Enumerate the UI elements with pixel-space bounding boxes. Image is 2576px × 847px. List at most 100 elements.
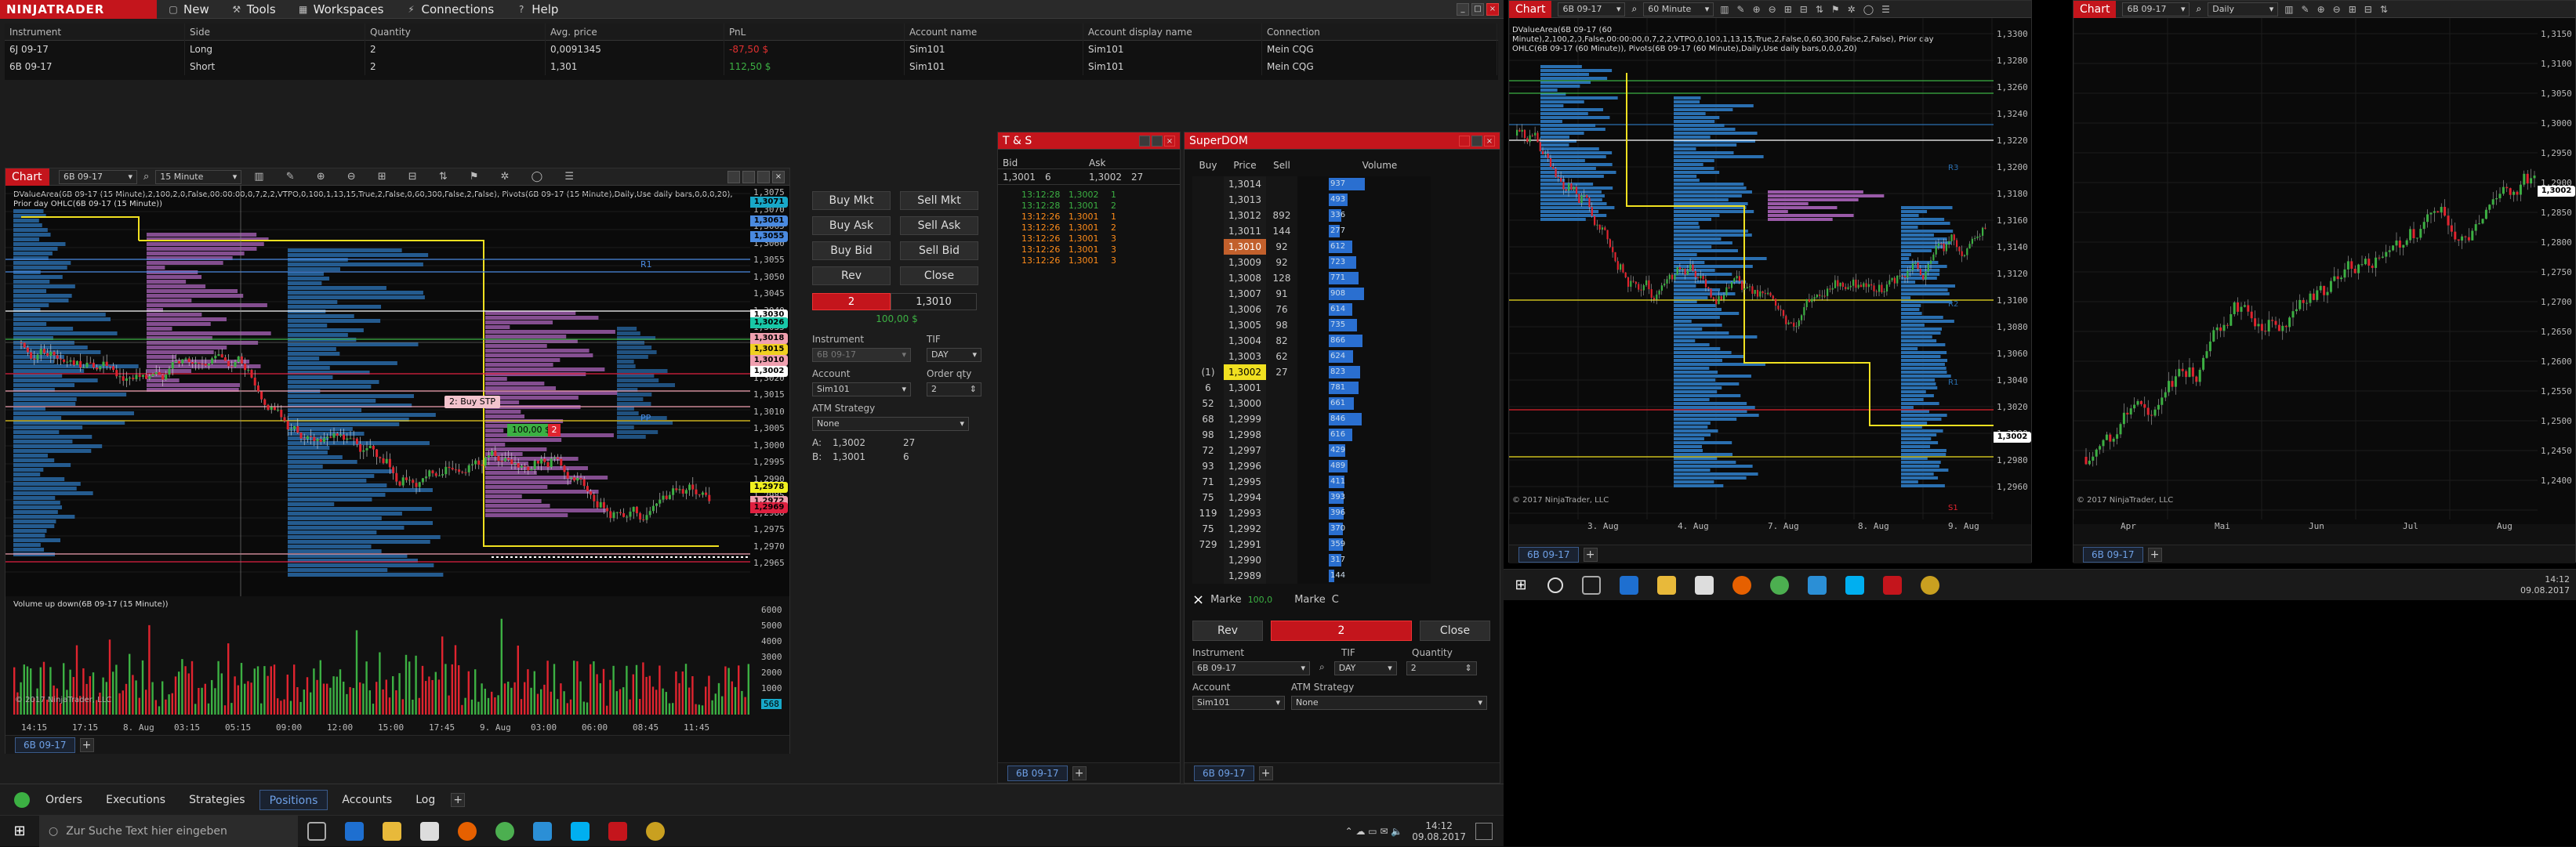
dom-row[interactable]: 1,3005 98 735 bbox=[1192, 317, 1500, 333]
dom-sell-cell[interactable] bbox=[1266, 552, 1297, 568]
dom-close-icon[interactable]: × bbox=[1192, 592, 1204, 608]
cc-tab-positions[interactable]: Positions bbox=[259, 789, 328, 810]
edge-icon-2[interactable] bbox=[1620, 575, 1638, 595]
dom-buy-cell[interactable] bbox=[1192, 302, 1224, 317]
dom-sell-cell[interactable]: 92 bbox=[1266, 255, 1297, 270]
ts-tab[interactable]: 6B 09-17 bbox=[1007, 765, 1068, 781]
dom-quantity-stepper[interactable]: 2 ⇕ bbox=[1406, 661, 1477, 675]
dom-row[interactable]: 98 1,2998 616 bbox=[1192, 427, 1500, 443]
chart-restore-button[interactable] bbox=[742, 170, 755, 183]
chart3-toolbar-icons[interactable]: ▥✎⊕⊖⊞⊟⇅ bbox=[2284, 4, 2396, 15]
store-icon[interactable] bbox=[420, 821, 439, 841]
dom-buy-cell[interactable] bbox=[1192, 317, 1224, 333]
chart-area[interactable]: DValueArea(6B 09-17 (15 Minute),2,100,2,… bbox=[5, 186, 789, 596]
instrument-selector[interactable]: 6B 09-17 ▾ bbox=[59, 169, 137, 184]
chart-close-button[interactable]: × bbox=[772, 170, 785, 183]
menu-connections[interactable]: ⚡ Connections bbox=[394, 0, 505, 19]
maximize-button[interactable]: □ bbox=[1471, 2, 1484, 16]
chart-maximize-button[interactable] bbox=[757, 170, 770, 183]
dom-row[interactable]: 1,3012 892 336 bbox=[1192, 208, 1500, 223]
dom-sell-cell[interactable] bbox=[1266, 474, 1297, 490]
dom-row[interactable]: 72 1,2997 429 bbox=[1192, 443, 1500, 458]
last-price-marker[interactable]: 1,3002 bbox=[2538, 186, 2575, 197]
dom-row[interactable]: 1,3014 937 bbox=[1192, 176, 1500, 192]
ct-rev-button[interactable]: Rev bbox=[812, 266, 891, 285]
cc-tab-log[interactable]: Log bbox=[406, 790, 444, 810]
dom-sell-cell[interactable] bbox=[1266, 380, 1297, 396]
ct-sell-ask-button[interactable]: Sell Ask bbox=[900, 216, 978, 235]
chart2-area[interactable]: DValueArea(6B 09-17 (60 Minute),2,100,2,… bbox=[1509, 18, 2031, 531]
dom-row[interactable]: 1,3010 92 612 bbox=[1192, 239, 1500, 255]
ninjatrader-taskbar-icon-2[interactable] bbox=[1883, 575, 1902, 595]
dom-row[interactable]: 1,3011 144 277 bbox=[1192, 223, 1500, 239]
dom-sell-cell[interactable]: 892 bbox=[1266, 208, 1297, 223]
price-marker[interactable]: 1,3018 bbox=[750, 333, 788, 344]
dom-row[interactable]: 93 1,2996 489 bbox=[1192, 458, 1500, 474]
tray-icons[interactable]: ⌃ ☁ ▭ ✉ 🔈 bbox=[1345, 826, 1403, 837]
add-tab-button[interactable]: + bbox=[79, 737, 94, 752]
dom-row[interactable]: 1,2989 144 bbox=[1192, 568, 1500, 584]
dom-sell-cell[interactable] bbox=[1266, 537, 1297, 552]
price-axis[interactable]: 1,30751,30701,30651,30601,30551,30501,30… bbox=[750, 186, 789, 596]
dom-buy-cell[interactable] bbox=[1192, 568, 1224, 584]
position-qty-flag[interactable]: 2 bbox=[548, 424, 561, 436]
dom-row[interactable]: 1,3008 128 771 bbox=[1192, 270, 1500, 286]
dom-row[interactable]: 1,3007 91 908 bbox=[1192, 286, 1500, 302]
time-axis[interactable]: 14:15 17:15 8. Aug 03:15 05:15 09:00 12:00 15:0… bbox=[5, 721, 789, 737]
dom-buy-cell[interactable] bbox=[1192, 176, 1224, 192]
dom-atm-select[interactable]: None ▾ bbox=[1291, 696, 1487, 710]
search-icon[interactable]: ⌕ bbox=[143, 171, 149, 183]
dom-buy-cell[interactable] bbox=[1192, 286, 1224, 302]
grid-header-cell[interactable]: Side bbox=[185, 23, 365, 41]
dom-sell-cell[interactable]: 98 bbox=[1266, 317, 1297, 333]
menu-tools[interactable]: ⚒ Tools bbox=[220, 0, 287, 19]
ct-atm-select[interactable]: None ▾ bbox=[812, 417, 969, 431]
chart-toolbar-icons[interactable]: ▥ ✎ ⊕ ⊖ ⊞ ⊟ ⇅ ⚑ ✲ ◯ ☰ bbox=[248, 171, 583, 183]
dom-min-button[interactable] bbox=[1459, 135, 1470, 147]
dom-sell-cell[interactable]: 144 bbox=[1266, 223, 1297, 239]
dom-close-button[interactable]: × bbox=[1484, 135, 1495, 147]
dom-max-button[interactable] bbox=[1471, 135, 1482, 147]
dom-buy-cell[interactable]: 71 bbox=[1192, 474, 1224, 490]
cc-add-tab-button[interactable]: + bbox=[451, 792, 466, 807]
ct-account-select[interactable]: Sim101 ▾ bbox=[812, 382, 911, 396]
minimize-button[interactable]: _ bbox=[1457, 2, 1469, 16]
chart2-tab[interactable]: 6B 09-17 bbox=[1518, 546, 1579, 563]
price-marker[interactable]: 1,3055 bbox=[750, 231, 788, 242]
price-marker[interactable]: 1,3071 bbox=[750, 197, 788, 208]
ninjatrader-taskbar-icon[interactable] bbox=[608, 821, 627, 841]
skype-icon-2[interactable] bbox=[1845, 575, 1864, 595]
dom-rev-button[interactable]: Rev bbox=[1192, 621, 1263, 641]
dom-sell-cell[interactable] bbox=[1266, 490, 1297, 505]
price-marker[interactable]: 1,3002 bbox=[750, 366, 788, 377]
dom-instrument-select[interactable]: 6B 09-17 ▾ bbox=[1192, 661, 1310, 675]
dom-row[interactable]: (1) 1,3002 27 823 bbox=[1192, 364, 1500, 380]
cortana-icon[interactable] bbox=[1547, 577, 1563, 593]
dom-row[interactable]: 75 1,2992 370 bbox=[1192, 521, 1500, 537]
dom-sell-cell[interactable] bbox=[1266, 192, 1297, 208]
dom-row[interactable]: 1,3006 76 614 bbox=[1192, 302, 1500, 317]
dom-sell-cell[interactable]: 82 bbox=[1266, 333, 1297, 349]
task-view-icon-2[interactable] bbox=[1582, 575, 1601, 595]
dom-buy-cell[interactable] bbox=[1192, 349, 1224, 364]
dom-row[interactable]: 1,3004 82 866 bbox=[1192, 333, 1500, 349]
cc-tab-orders[interactable]: Orders bbox=[36, 790, 92, 810]
ct-qty-stepper[interactable]: 2 ⇕ bbox=[927, 382, 981, 396]
dom-buy-cell[interactable]: 52 bbox=[1192, 396, 1224, 411]
dom-buy-cell[interactable]: 75 bbox=[1192, 490, 1224, 505]
chart-tab-6b[interactable]: 6B 09-17 bbox=[15, 737, 75, 753]
task-view-icon[interactable] bbox=[307, 821, 326, 841]
dom-sell-cell[interactable] bbox=[1266, 396, 1297, 411]
dom-buy-cell[interactable]: 119 bbox=[1192, 505, 1224, 521]
app-icon-3[interactable] bbox=[1808, 575, 1827, 595]
grid-header-cell[interactable]: Instrument bbox=[5, 23, 185, 41]
dom-buy-cell[interactable] bbox=[1192, 270, 1224, 286]
menu-new[interactable]: ▢ New bbox=[157, 0, 220, 19]
ct-close-button[interactable]: Close bbox=[900, 266, 978, 285]
dom-buy-cell[interactable]: 75 bbox=[1192, 521, 1224, 537]
cc-tab-strategies[interactable]: Strategies bbox=[180, 790, 255, 810]
chart3-price-axis[interactable]: 1,3150 1,3100 1,3050 1,3000 1,2950 1,2900 1,28… bbox=[2538, 18, 2575, 524]
dom-sell-cell[interactable]: 76 bbox=[1266, 302, 1297, 317]
chart2-search-icon[interactable]: ⌕ bbox=[1631, 3, 1637, 15]
app-icon-1[interactable] bbox=[533, 821, 552, 841]
